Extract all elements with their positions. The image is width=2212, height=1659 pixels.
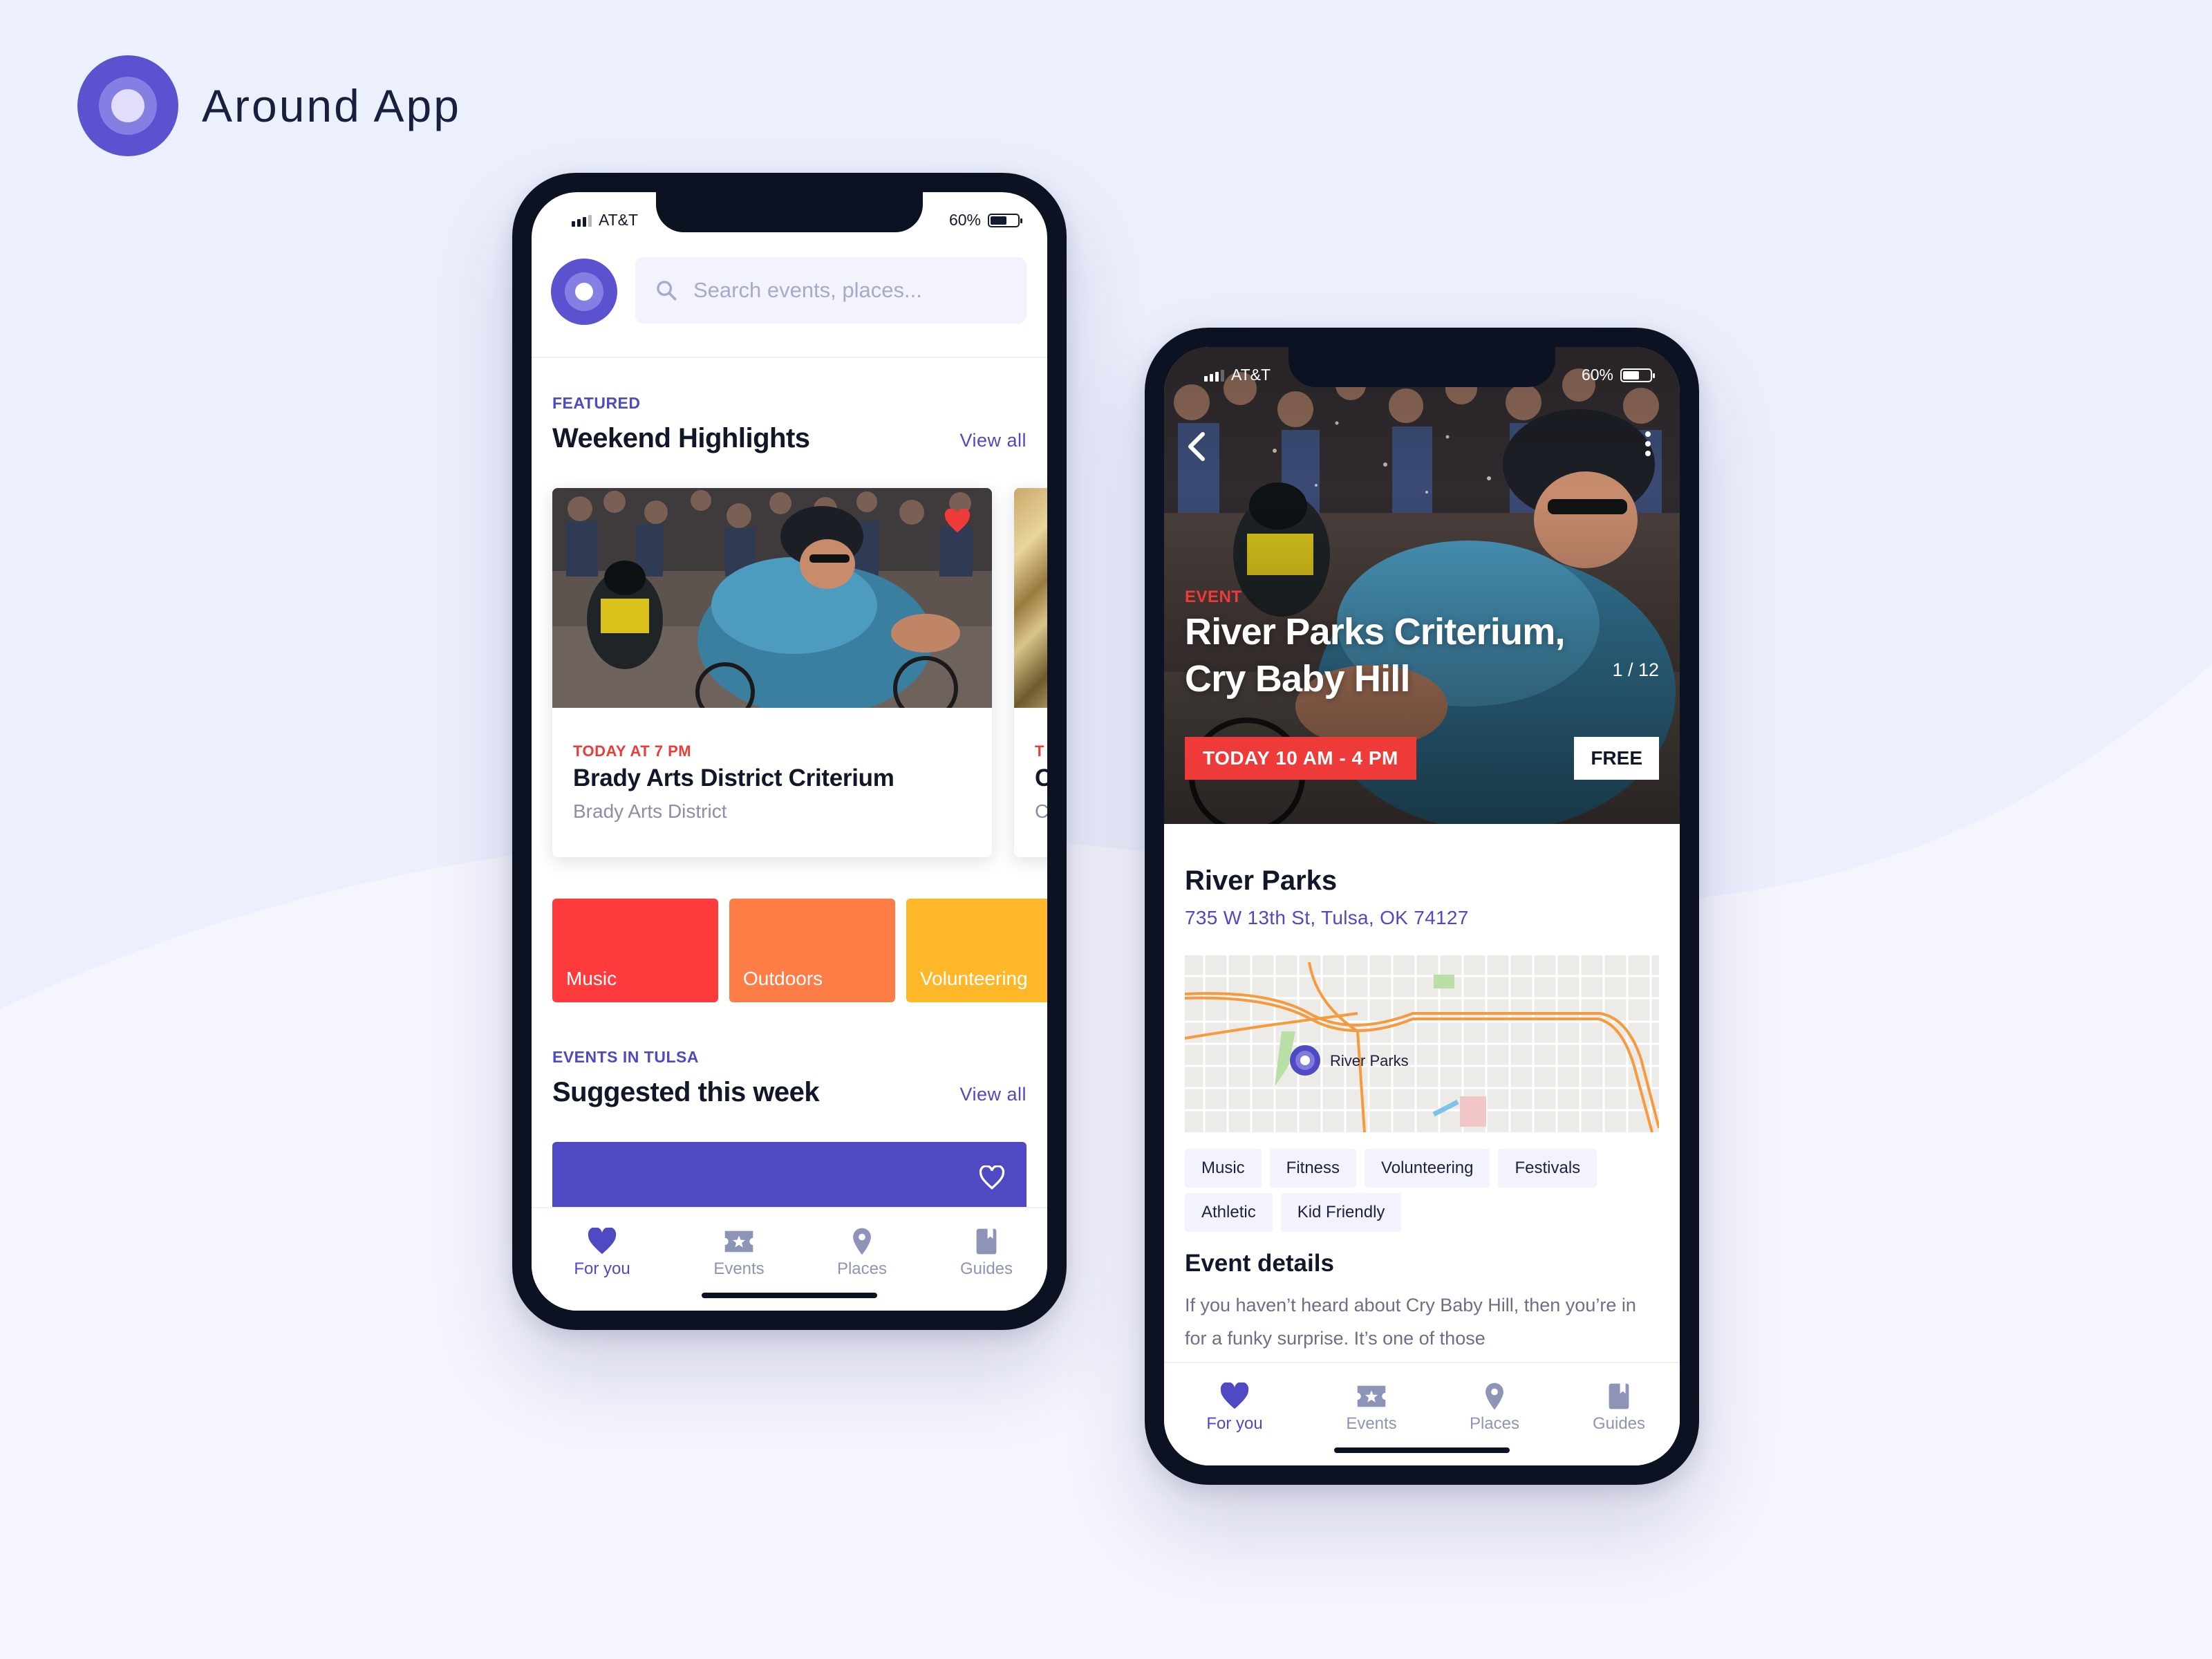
favorite-heart-icon[interactable] [944, 509, 971, 534]
background-wave [0, 0, 2212, 1009]
category-music[interactable]: Music [552, 899, 718, 1002]
suggested-view-all-link[interactable]: View all [959, 1084, 1027, 1105]
tab-for-you[interactable]: For you [561, 1224, 644, 1279]
event-location: C [1035, 800, 1047, 822]
price-badge: FREE [1574, 737, 1659, 780]
tag-kid-friendly[interactable]: Kid Friendly [1280, 1193, 1402, 1232]
back-chevron-icon[interactable] [1185, 430, 1210, 463]
tab-label: Guides [959, 1259, 1013, 1278]
event-location: Brady Arts District [573, 800, 727, 822]
tab-for-you[interactable]: For you [1193, 1378, 1276, 1434]
heart-icon [1220, 1382, 1249, 1409]
featured-view-all-link[interactable]: View all [959, 430, 1027, 451]
category-outdoors[interactable]: Outdoors [729, 899, 895, 1002]
tab-events[interactable]: Events [697, 1224, 780, 1279]
search-icon [657, 281, 677, 301]
featured-eyebrow: FEATURED [552, 394, 641, 412]
tag-music[interactable]: Music [1185, 1149, 1262, 1188]
battery-percent: 60% [1581, 366, 1613, 384]
ticket-icon [724, 1230, 753, 1253]
featured-title: Weekend Highlights [552, 423, 810, 453]
around-logo-icon [77, 55, 178, 156]
tab-label: For you [1206, 1414, 1263, 1433]
tag-fitness[interactable]: Fitness [1269, 1149, 1357, 1188]
suggested-title: Suggested this week [552, 1077, 820, 1107]
battery-percent: 60% [948, 211, 981, 229]
event-time: T [1035, 742, 1044, 760]
location-pin-icon [853, 1228, 871, 1255]
tag-athletic[interactable]: Athletic [1185, 1193, 1273, 1232]
location-pin-icon [1485, 1382, 1503, 1410]
tag-volunteering[interactable]: Volunteering [1365, 1149, 1490, 1188]
photo-counter: 1 / 12 [1612, 659, 1659, 680]
tag-festivals[interactable]: Festivals [1498, 1149, 1597, 1188]
phone-notch [656, 192, 923, 232]
favorite-heart-outline-icon[interactable] [978, 1165, 1006, 1190]
battery-icon [1620, 368, 1655, 382]
event-detail-screen: AT&T 60% EVENT River Parks Criterium, Cr… [1164, 347, 1680, 1465]
event-photo [1014, 488, 1047, 708]
tab-label: Places [836, 1259, 888, 1278]
venue-map[interactable]: River Parks [1185, 955, 1659, 1132]
event-tags: Music Fitness Volunteering Festivals Ath… [1185, 1149, 1669, 1232]
event-title: C [1035, 765, 1047, 791]
search-input[interactable]: Search events, places... [635, 257, 1027, 324]
tab-places[interactable]: Places [821, 1224, 903, 1279]
featured-event-card[interactable]: TODAY AT 7 PM Brady Arts District Criter… [552, 488, 992, 857]
more-options-icon[interactable] [1645, 431, 1651, 456]
event-title: River Parks Criterium, Cry Baby Hill [1185, 611, 1565, 700]
suggested-event-card[interactable] [552, 1142, 1027, 1211]
brand-name: Around App [202, 80, 461, 131]
phone-home: AT&T 60% Search events, places... FEATUR… [512, 173, 1067, 1330]
bookmark-book-icon [1609, 1383, 1629, 1409]
carrier-label: AT&T [599, 211, 639, 229]
carrier-label: AT&T [1231, 366, 1271, 384]
signal-icon [572, 215, 592, 227]
tab-label: Places [1469, 1414, 1520, 1433]
header-divider [532, 357, 1047, 358]
event-time-badge: TODAY 10 AM - 4 PM [1185, 737, 1416, 780]
signal-icon [1204, 370, 1224, 382]
tab-label: For you [574, 1259, 630, 1278]
event-details-text: If you haven’t heard about Cry Baby Hill… [1185, 1295, 1636, 1349]
phone-notch [1288, 347, 1555, 387]
search-placeholder: Search events, places... [693, 278, 922, 302]
tab-guides[interactable]: Guides [945, 1224, 1028, 1279]
tab-events[interactable]: Events [1330, 1378, 1413, 1434]
home-indicator [1334, 1447, 1510, 1453]
heart-icon [588, 1228, 617, 1255]
tab-label: Events [713, 1259, 765, 1278]
tab-label: Guides [1592, 1414, 1646, 1433]
battery-icon [988, 213, 1022, 227]
suggested-eyebrow: EVENTS IN TULSA [552, 1048, 699, 1066]
event-photo [552, 488, 992, 708]
venue-name: River Parks [1185, 865, 1338, 896]
ticket-icon [1357, 1385, 1386, 1407]
featured-event-card-peek[interactable]: T C C [1014, 488, 1047, 857]
event-time: TODAY AT 7 PM [573, 742, 692, 760]
phone-event-detail: AT&T 60% EVENT River Parks Criterium, Cr… [1145, 328, 1699, 1485]
event-type-eyebrow: EVENT [1185, 588, 1242, 606]
venue-address-link[interactable]: 735 W 13th St, Tulsa, OK 74127 [1185, 907, 1469, 929]
tab-places[interactable]: Places [1453, 1378, 1536, 1434]
category-volunteering[interactable]: Volunteering [906, 899, 1047, 1002]
home-screen: AT&T 60% Search events, places... FEATUR… [532, 192, 1047, 1311]
home-indicator [702, 1293, 877, 1298]
app-logo-icon[interactable] [551, 259, 617, 325]
event-details-heading: Event details [1185, 1250, 1334, 1277]
map-pin-label: River Parks [1330, 1052, 1409, 1069]
event-title: Brady Arts District Criterium [573, 765, 894, 791]
tab-label: Events [1346, 1414, 1397, 1433]
tab-guides[interactable]: Guides [1577, 1378, 1660, 1434]
bookmark-book-icon [976, 1228, 997, 1255]
bottom-tab-bar: For you Events Places Guides [1164, 1362, 1680, 1465]
brand-header: Around App [77, 55, 461, 156]
bottom-tab-bar: For you Events Places Guides [532, 1207, 1047, 1311]
